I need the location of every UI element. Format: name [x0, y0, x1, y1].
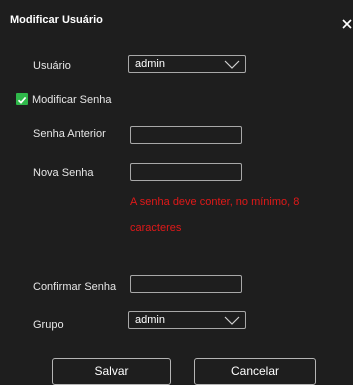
cancel-button[interactable]: Cancelar [194, 358, 316, 385]
group-label: Grupo [33, 319, 64, 331]
confirm-password-field[interactable] [130, 275, 242, 293]
user-select[interactable]: admin [128, 55, 246, 73]
new-password-label: Nova Senha [33, 167, 94, 179]
chevron-down-icon [224, 60, 240, 69]
modify-password-checkbox[interactable] [16, 93, 28, 105]
group-select[interactable]: admin [128, 311, 246, 329]
modify-user-dialog: Modificar Usuário Usuário admin Modifica… [0, 0, 353, 385]
user-label: Usuário [33, 60, 71, 72]
group-select-value: admin [135, 314, 165, 326]
dialog-title: Modificar Usuário [10, 14, 103, 26]
confirm-password-label: Confirmar Senha [33, 281, 117, 293]
chevron-down-icon [224, 316, 240, 325]
dialog-titlebar: Modificar Usuário [0, 0, 353, 40]
password-warning-line1: A senha deve conter, no mínimo, 8 [130, 196, 300, 208]
save-button[interactable]: Salvar [52, 358, 171, 385]
modify-password-label: Modificar Senha [32, 94, 112, 106]
user-select-value: admin [135, 58, 165, 70]
close-icon[interactable] [341, 17, 353, 29]
old-password-label: Senha Anterior [33, 128, 106, 140]
new-password-field[interactable] [130, 163, 242, 181]
checkmark-icon [17, 96, 27, 104]
password-warning-line2: caracteres [130, 222, 182, 234]
old-password-field[interactable] [130, 126, 242, 144]
